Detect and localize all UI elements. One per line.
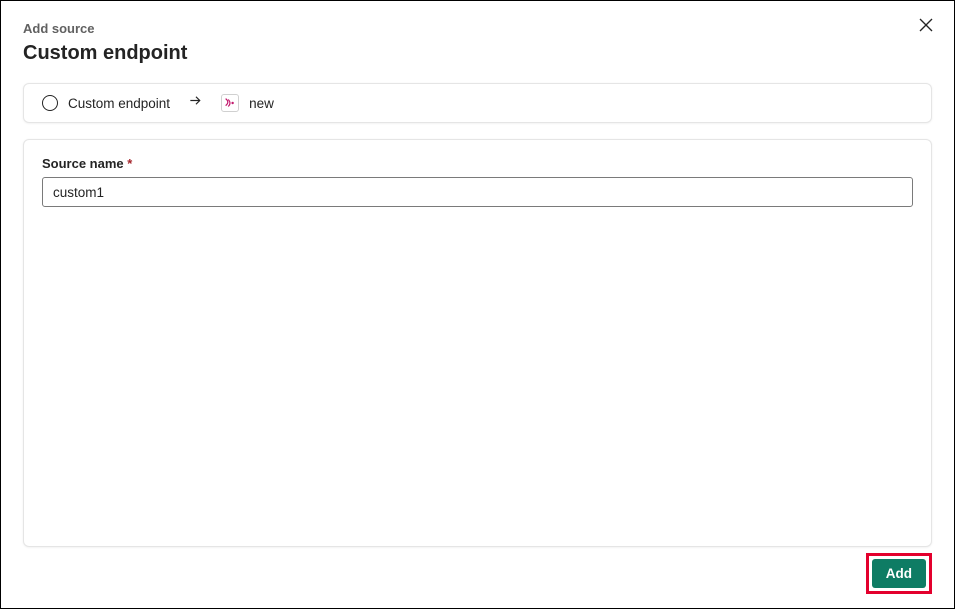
breadcrumb: Custom endpoint new [23, 83, 932, 123]
source-name-label: Source name * [42, 156, 913, 171]
page-subtitle: Add source [23, 21, 932, 36]
page-title: Custom endpoint [23, 42, 932, 65]
close-button[interactable] [918, 17, 936, 35]
add-button-highlight: Add [866, 553, 932, 594]
add-button[interactable]: Add [872, 559, 926, 588]
source-name-input[interactable] [42, 177, 913, 207]
arrow-right-icon [188, 93, 203, 113]
eventstream-icon [221, 94, 239, 112]
required-indicator: * [127, 156, 132, 171]
close-icon [918, 17, 934, 33]
label-text: Source name [42, 156, 124, 171]
breadcrumb-step-new[interactable]: new [221, 94, 274, 112]
footer-actions: Add [866, 553, 932, 594]
circle-icon [42, 95, 58, 111]
form-card: Source name * [23, 139, 932, 547]
breadcrumb-step-label: Custom endpoint [68, 96, 170, 111]
breadcrumb-step-custom-endpoint[interactable]: Custom endpoint [42, 95, 170, 111]
breadcrumb-step-label: new [249, 96, 274, 111]
